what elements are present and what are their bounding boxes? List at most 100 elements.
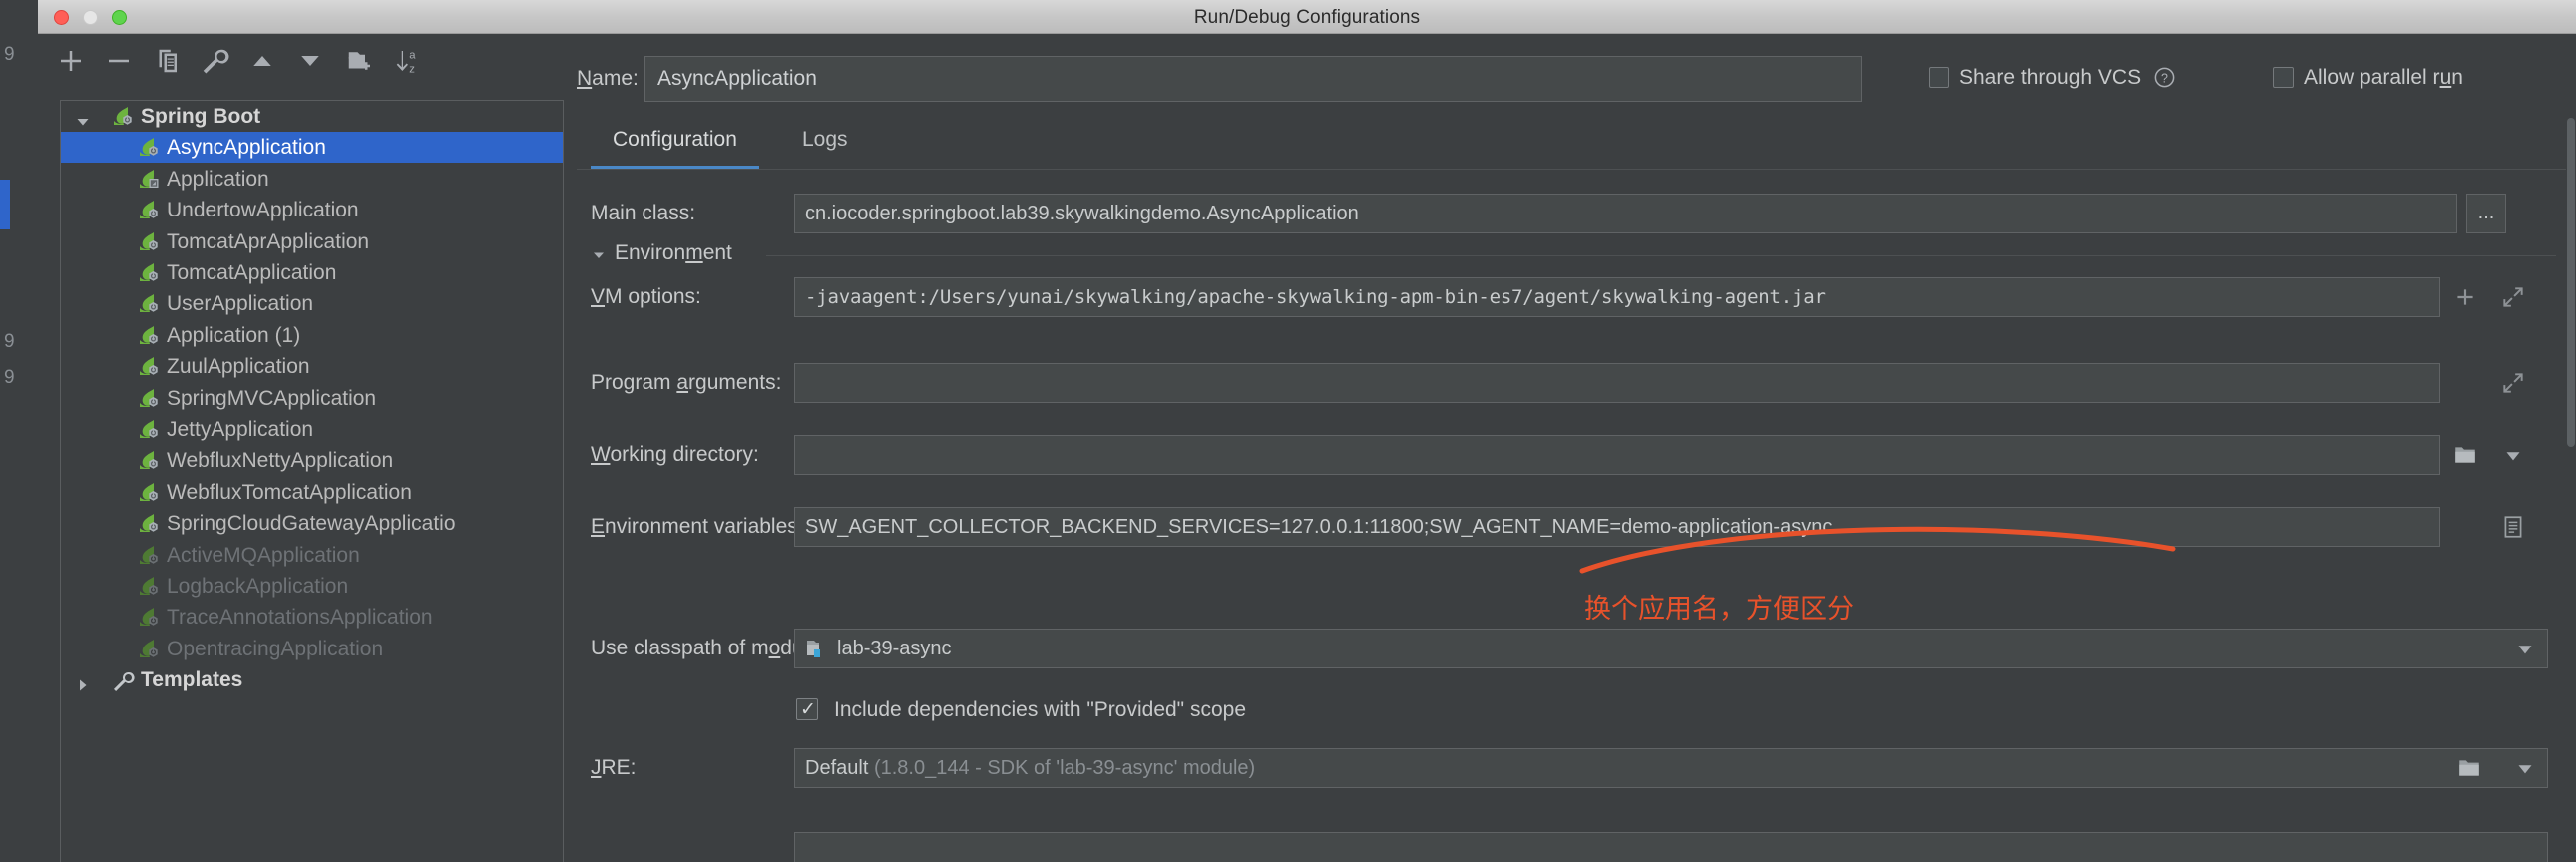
spring-boot-icon xyxy=(137,545,163,567)
tab-configuration[interactable]: Configuration xyxy=(591,114,759,170)
tree-item-label: UndertowApplication xyxy=(167,195,359,225)
main-class-browse-button[interactable]: ... xyxy=(2466,194,2506,233)
environment-variables-label: Environment variables: xyxy=(591,515,804,539)
spring-boot-icon xyxy=(137,388,163,410)
vm-options-expand-icon[interactable] xyxy=(2500,284,2526,310)
program-arguments-input[interactable] xyxy=(794,363,2440,403)
name-input[interactable]: AsyncApplication xyxy=(644,56,1862,102)
move-up-button[interactable] xyxy=(247,46,277,76)
tree-item-label: UserApplication xyxy=(167,288,313,319)
working-directory-input[interactable] xyxy=(794,435,2440,475)
include-dependencies-row[interactable]: ✓ Include dependencies with "Provided" s… xyxy=(577,694,2576,728)
tree-item-springcloudgatewayapplicatio[interactable]: SpringCloudGatewayApplicatio xyxy=(61,508,563,539)
tree-item-activemqapplication[interactable]: ActiveMQApplication xyxy=(61,540,563,571)
tree-item-label: WebfluxNettyApplication xyxy=(167,445,393,476)
editor-scrollbar-thumb[interactable] xyxy=(2567,118,2575,447)
tree-item-jettyapplication[interactable]: JettyApplication xyxy=(61,414,563,445)
sort-configurations-button[interactable]: a z xyxy=(393,46,423,76)
tree-item-webfluxnettyapplication[interactable]: WebfluxNettyApplication xyxy=(61,445,563,476)
tree-item-label: LogbackApplication xyxy=(167,571,348,602)
share-through-vcs-checkbox[interactable] xyxy=(1929,67,1949,88)
spring-boot-icon xyxy=(137,576,163,598)
tree-item-userapplication[interactable]: UserApplication xyxy=(61,288,563,319)
question-circle-icon[interactable]: ? xyxy=(2153,66,2176,89)
tree-item-label: ZuulApplication xyxy=(167,351,310,382)
configurations-toolbar: a z xyxy=(38,34,577,86)
remove-configuration-button[interactable] xyxy=(104,46,134,76)
vm-options-row: VM options: -javaagent:/Users/yunai/skyw… xyxy=(577,277,2576,317)
environment-section-label: Environment xyxy=(615,241,732,265)
annotation-underline-curve xyxy=(1574,513,2193,593)
tree-item-templates[interactable]: Templates xyxy=(61,664,563,695)
background-editor-gutter: 9 9 9 xyxy=(0,0,38,862)
tree-item-label: Spring Boot xyxy=(141,101,260,132)
tree-item-asyncapplication[interactable]: AsyncApplication xyxy=(61,132,563,163)
use-classpath-label: Use classpath of module: xyxy=(591,637,826,660)
use-classpath-select[interactable]: lab-39-async xyxy=(794,629,2548,668)
tree-item-opentracingapplication[interactable]: OpentracingApplication xyxy=(61,634,563,664)
create-folder-button[interactable] xyxy=(345,46,375,76)
include-dependencies-checkbox[interactable]: ✓ xyxy=(796,698,818,720)
environment-variables-browse-icon[interactable] xyxy=(2500,514,2526,540)
vm-options-macro-icon[interactable] xyxy=(2452,284,2478,310)
svg-text:a: a xyxy=(409,50,416,62)
folder-icon[interactable] xyxy=(2452,442,2478,468)
jre-select[interactable]: Default (1.8.0_144 - SDK of 'lab-39-asyn… xyxy=(794,748,2548,788)
environment-section-header[interactable]: Environment xyxy=(577,237,2576,271)
chevron-down-icon[interactable] xyxy=(591,247,607,263)
tabs-separator xyxy=(577,169,2576,170)
spring-boot-icon xyxy=(137,293,163,315)
share-through-vcs-row[interactable]: Share through VCS ? xyxy=(1929,66,2176,94)
main-class-input[interactable]: cn.iocoder.springboot.lab39.skywalkingde… xyxy=(794,194,2457,233)
move-down-button[interactable] xyxy=(295,46,325,76)
jre-browse-icon[interactable] xyxy=(2456,755,2482,781)
program-arguments-expand-icon[interactable] xyxy=(2500,370,2526,396)
shorten-commandline-row xyxy=(577,832,2576,862)
use-classpath-dropdown-icon[interactable] xyxy=(2512,636,2538,661)
tree-collapse-icon[interactable] xyxy=(75,101,93,132)
allow-parallel-run-row[interactable]: Allow parallel run xyxy=(2273,66,2463,94)
desktop-background: 9 9 9 Run/Debug Configurations xyxy=(0,0,2576,862)
add-configuration-button[interactable] xyxy=(56,46,86,76)
tree-item-spring-boot-root[interactable]: Spring Boot xyxy=(61,101,563,132)
window-titlebar: Run/Debug Configurations xyxy=(38,0,2576,34)
tree-item-webfluxtomcatapplication[interactable]: WebfluxTomcatApplication xyxy=(61,477,563,508)
allow-parallel-run-checkbox[interactable] xyxy=(2273,67,2294,88)
shorten-commandline-select[interactable] xyxy=(794,832,2548,862)
tree-item-tomcataprapplication[interactable]: TomcatAprApplication xyxy=(61,226,563,257)
configuration-editor-pane: Name: AsyncApplication Share through VCS… xyxy=(577,34,2576,862)
tree-item-tomcatapplication[interactable]: TomcatApplication xyxy=(61,257,563,288)
main-class-row: Main class: cn.iocoder.springboot.lab39.… xyxy=(577,194,2576,233)
tree-expand-icon[interactable] xyxy=(75,664,93,695)
tree-item-application-1[interactable]: Application (1) xyxy=(61,320,563,351)
jre-label: JRE: xyxy=(591,756,637,780)
vm-options-label: VM options: xyxy=(591,285,701,309)
edit-templates-button[interactable] xyxy=(200,46,229,76)
tree-item-traceannotationsapplication[interactable]: TraceAnnotationsApplication xyxy=(61,602,563,633)
working-directory-label: Working directory: xyxy=(591,443,759,467)
module-icon xyxy=(804,637,828,660)
wrench-icon xyxy=(111,669,137,691)
copy-configuration-button[interactable] xyxy=(152,46,182,76)
section-divider xyxy=(766,255,2556,256)
spring-boot-icon xyxy=(137,262,163,284)
working-directory-dropdown-icon[interactable] xyxy=(2500,442,2526,468)
gutter-line-number: 9 xyxy=(4,331,15,353)
tree-item-undertowapplication[interactable]: UndertowApplication xyxy=(61,195,563,225)
tree-item-springmvcapplication[interactable]: SpringMVCApplication xyxy=(61,383,563,414)
editor-scrollbar[interactable] xyxy=(2566,114,2576,862)
tree-item-application[interactable]: Application xyxy=(61,164,563,195)
tree-item-label: SpringMVCApplication xyxy=(167,383,376,414)
jre-dropdown-icon[interactable] xyxy=(2512,755,2538,781)
tree-item-label: Application xyxy=(167,164,269,195)
tree-item-logbackapplication[interactable]: LogbackApplication xyxy=(61,571,563,602)
configurations-tree[interactable]: Spring BootAsyncApplicationApplicationUn… xyxy=(60,100,564,862)
checkmark-icon: ✓ xyxy=(797,699,819,721)
jre-row: JRE: Default (1.8.0_144 - SDK of 'lab-39… xyxy=(577,748,2576,788)
tab-logs[interactable]: Logs xyxy=(780,114,870,170)
gutter-line-number: 9 xyxy=(4,44,15,66)
program-arguments-row: Program arguments: xyxy=(577,363,2576,403)
vm-options-input[interactable]: -javaagent:/Users/yunai/skywalking/apach… xyxy=(794,277,2440,317)
name-label: Name: xyxy=(577,67,639,91)
tree-item-zuulapplication[interactable]: ZuulApplication xyxy=(61,351,563,382)
